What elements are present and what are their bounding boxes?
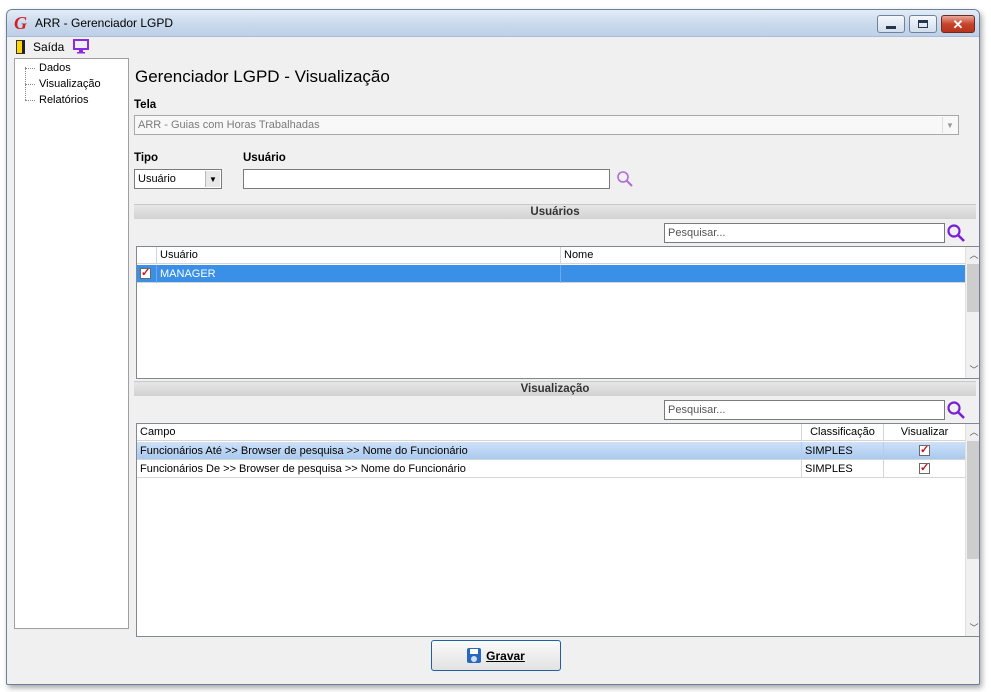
toolbar: Saída <box>7 37 979 57</box>
header-check <box>137 247 157 264</box>
sidebar-item-visualizacao[interactable]: Visualização <box>25 78 101 90</box>
row-check-cell[interactable] <box>137 265 157 283</box>
page-title: Gerenciador LGPD - Visualização <box>135 67 390 86</box>
scroll-up-icon[interactable]: ︿ <box>966 424 979 440</box>
visualizacao-grid: Campo Classificação Visualizar Funcionár… <box>136 423 979 637</box>
tipo-label: Tipo <box>134 152 159 164</box>
save-button-label: Gravar <box>486 648 525 663</box>
sidebar-item-dados[interactable]: Dados <box>25 62 71 74</box>
table-row[interactable]: Funcionários De >> Browser de pesquisa >… <box>137 460 966 478</box>
chevron-down-icon[interactable]: ▼ <box>205 171 220 187</box>
close-icon: ✕ <box>952 16 964 32</box>
table-row[interactable]: Funcionários Até >> Browser de pesquisa … <box>137 442 966 460</box>
column-header-usuario[interactable]: Usuário <box>157 247 561 264</box>
visualizacao-grid-header: Campo Classificação Visualizar <box>137 424 966 441</box>
table-row[interactable]: MANAGER <box>137 265 966 283</box>
scroll-down-icon[interactable]: ﹀ <box>966 362 979 378</box>
cell-classificacao: SIMPLES <box>802 442 884 460</box>
column-header-nome[interactable]: Nome <box>561 247 966 264</box>
floppy-disk-icon <box>467 648 482 663</box>
scroll-thumb[interactable] <box>967 264 979 312</box>
monitor-icon[interactable] <box>73 39 89 54</box>
scroll-down-icon[interactable]: ﹀ <box>966 620 979 636</box>
column-header-visualizar[interactable]: Visualizar <box>884 424 966 441</box>
usuarios-grid-header: Usuário Nome <box>137 247 966 264</box>
cell-campo: Funcionários De >> Browser de pesquisa >… <box>137 460 802 478</box>
app-logo-icon: G <box>14 13 27 33</box>
maximize-icon <box>918 20 928 28</box>
cell-nome <box>561 265 966 283</box>
tela-label: Tela <box>134 99 157 111</box>
tipo-select-value: Usuário <box>138 173 176 185</box>
cell-campo: Funcionários Até >> Browser de pesquisa … <box>137 442 802 460</box>
main-content: Gerenciador LGPD - Visualização Tela ARR… <box>129 58 979 637</box>
column-header-campo[interactable]: Campo <box>137 424 802 441</box>
visualizacao-section-header: Visualização <box>134 381 976 396</box>
row-checkbox[interactable] <box>140 266 151 279</box>
search-icon[interactable] <box>946 223 966 243</box>
exit-door-icon[interactable] <box>16 40 25 54</box>
column-header-classificacao[interactable]: Classificação <box>802 424 884 441</box>
title-bar: G ARR - Gerenciador LGPD ✕ <box>7 10 979 37</box>
usuarios-grid: Usuário Nome MANAGER ︿ ﹀ <box>136 246 979 379</box>
close-button[interactable]: ✕ <box>941 15 975 33</box>
maximize-button[interactable] <box>909 15 937 33</box>
usuario-input[interactable] <box>243 169 610 189</box>
scroll-up-icon[interactable]: ︿ <box>966 247 979 263</box>
sidebar-item-relatorios[interactable]: Relatórios <box>25 94 89 106</box>
save-button[interactable]: Gravar <box>431 640 561 671</box>
scroll-thumb[interactable] <box>967 441 979 559</box>
search-icon[interactable] <box>616 170 634 188</box>
visualizar-checkbox[interactable] <box>919 443 930 456</box>
usuario-label: Usuário <box>243 152 286 164</box>
window-title: ARR - Gerenciador LGPD <box>35 16 174 30</box>
tela-select: ARR - Guias com Horas Trabalhadas ▼ <box>134 115 959 135</box>
cell-visualizar[interactable] <box>884 442 966 460</box>
visualizar-checkbox[interactable] <box>919 461 930 474</box>
exit-button[interactable]: Saída <box>33 40 64 54</box>
cell-visualizar[interactable] <box>884 460 966 478</box>
tipo-select[interactable]: Usuário ▼ <box>134 169 222 189</box>
usuarios-search-input[interactable]: Pesquisar... <box>664 223 945 243</box>
usuarios-section-header: Usuários <box>134 204 976 219</box>
tela-select-value: ARR - Guias com Horas Trabalhadas <box>138 119 320 131</box>
cell-usuario: MANAGER <box>157 265 561 283</box>
search-icon[interactable] <box>946 400 966 420</box>
main-window: G ARR - Gerenciador LGPD ✕ Saída Dados V… <box>6 9 980 685</box>
visualizacao-search-input[interactable]: Pesquisar... <box>664 400 945 420</box>
sidebar-tree: Dados Visualização Relatórios <box>14 58 129 629</box>
minimize-icon <box>886 25 896 29</box>
cell-classificacao: SIMPLES <box>802 460 884 478</box>
visualizacao-scrollbar[interactable]: ︿ ﹀ <box>965 424 979 636</box>
minimize-button[interactable] <box>877 15 905 33</box>
usuarios-scrollbar[interactable]: ︿ ﹀ <box>965 247 979 378</box>
chevron-down-icon: ▼ <box>942 117 957 133</box>
